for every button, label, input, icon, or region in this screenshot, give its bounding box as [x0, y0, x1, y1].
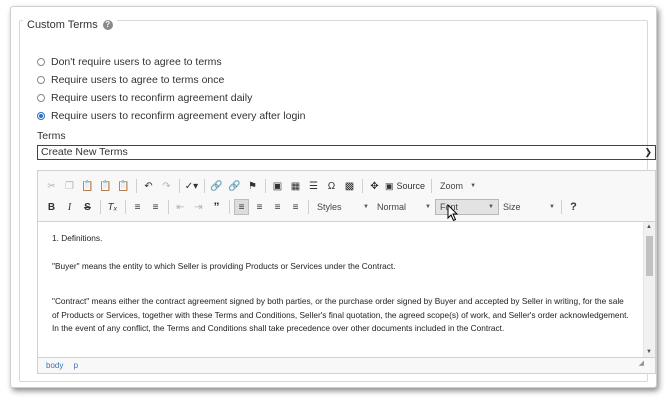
paste-text-icon[interactable]: 📋: [98, 178, 113, 194]
path-body[interactable]: body: [46, 361, 63, 370]
radio-label[interactable]: Require users to agree to terms once: [51, 74, 224, 86]
paste-word-icon[interactable]: 📋: [116, 178, 131, 194]
source-button[interactable]: ▣ Source: [385, 181, 425, 192]
editor-content-area[interactable]: 1. Definitions. "Buyer" means the entity…: [38, 221, 643, 357]
zoom-label: Zoom: [440, 181, 464, 191]
spellcheck-icon[interactable]: ✓▾: [184, 178, 199, 194]
scroll-down-arrow-icon[interactable]: ▼: [646, 349, 652, 355]
section-legend: Custom Terms ?: [23, 19, 117, 31]
question-circle-icon[interactable]: ?: [102, 20, 113, 30]
toolbar-separator: [561, 200, 562, 214]
styles-dropdown[interactable]: Styles ▼: [313, 199, 373, 215]
chevron-down-icon: ❯: [644, 147, 652, 157]
link-icon[interactable]: 🔗: [209, 178, 224, 194]
redo-icon[interactable]: ↷: [159, 178, 174, 194]
numbered-list-icon[interactable]: ≡: [130, 199, 145, 215]
radio-option[interactable]: Don't require users to agree to terms: [37, 53, 305, 71]
format-label: Normal: [377, 202, 407, 212]
size-dropdown[interactable]: Size ▼: [499, 199, 559, 215]
maximize-icon[interactable]: ✥: [367, 178, 382, 194]
horizontal-line-icon[interactable]: ☰: [306, 178, 321, 194]
mouse-cursor-icon: [447, 204, 459, 222]
radio-button[interactable]: [37, 58, 45, 66]
radio-label[interactable]: Require users to reconfirm agreement dai…: [51, 92, 252, 104]
editor-scrollbar[interactable]: ▲ ▼: [643, 221, 655, 357]
dropdown-arrow-icon: ▼: [549, 204, 555, 210]
dropdown-arrow-icon: ▼: [488, 204, 494, 210]
terms-label: Terms: [37, 130, 66, 142]
align-center-icon[interactable]: ≡: [252, 199, 267, 215]
source-label: Source: [396, 181, 426, 191]
path-p[interactable]: p: [74, 361, 78, 370]
increase-indent-icon[interactable]: ⇥: [191, 199, 206, 215]
iframe-icon[interactable]: ▩: [342, 178, 357, 194]
bold-icon[interactable]: B: [44, 199, 59, 215]
size-label: Size: [503, 202, 521, 212]
cut-icon[interactable]: ✂: [44, 178, 59, 194]
align-justify-icon[interactable]: ≡: [288, 199, 303, 215]
rich-text-editor: ✂ ❐ 📋 📋 📋 ↶ ↷ ✓▾ 🔗 🔗 ⚑ ▣ ▦ ☰ Ω ▩ ✥ ▣ Sou…: [37, 170, 656, 374]
dropdown-arrow-icon: ▼: [470, 183, 477, 189]
strikethrough-icon[interactable]: S: [80, 199, 95, 215]
resize-handle-icon[interactable]: ◢: [639, 356, 644, 371]
radio-option[interactable]: Require users to reconfirm agreement dai…: [37, 89, 305, 107]
image-icon[interactable]: ▣: [270, 178, 285, 194]
section-title: Custom Terms: [27, 19, 98, 31]
terms-select[interactable]: Create New Terms ❯: [37, 145, 656, 160]
toolbar-separator: [362, 179, 363, 193]
content-paragraph: "Contract" means either the contract agr…: [52, 296, 629, 333]
paste-icon[interactable]: 📋: [80, 178, 95, 194]
format-dropdown[interactable]: Normal ▼: [373, 199, 435, 215]
editor-toolbar: ✂ ❐ 📋 📋 📋 ↶ ↷ ✓▾ 🔗 🔗 ⚑ ▣ ▦ ☰ Ω ▩ ✥ ▣ Sou…: [38, 171, 655, 221]
toolbar-separator: [136, 179, 137, 193]
toolbar-separator: [125, 200, 126, 214]
source-icon: ▣: [385, 180, 394, 191]
radio-button[interactable]: [37, 76, 45, 84]
bulleted-list-icon[interactable]: ≡: [148, 199, 163, 215]
decrease-indent-icon[interactable]: ⇤: [173, 199, 188, 215]
italic-icon[interactable]: I: [62, 199, 77, 215]
anchor-flag-icon[interactable]: ⚑: [245, 178, 260, 194]
toolbar-separator: [179, 179, 180, 193]
help-about-icon[interactable]: ?: [566, 199, 581, 215]
toolbar-separator: [229, 200, 230, 214]
special-char-omega-icon[interactable]: Ω: [324, 178, 339, 194]
radio-label[interactable]: Don't require users to agree to terms: [51, 56, 222, 68]
toolbar-separator: [204, 179, 205, 193]
custom-terms-panel: Custom Terms ? Don't require users to ag…: [10, 6, 657, 388]
dropdown-arrow-icon: ▼: [425, 204, 431, 210]
copy-icon[interactable]: ❐: [62, 178, 77, 194]
toolbar-row-2: B I S Tₓ ≡ ≡ ⇤ ⇥ ” ≡ ≡ ≡ ≡ Styles ▼ Norm…: [44, 197, 584, 217]
terms-select-value: Create New Terms: [41, 146, 128, 158]
scroll-up-arrow-icon[interactable]: ▲: [646, 224, 652, 230]
radio-label[interactable]: Require users to reconfirm agreement eve…: [51, 110, 305, 122]
help-label: ?: [570, 201, 577, 213]
align-right-icon[interactable]: ≡: [270, 199, 285, 215]
undo-icon[interactable]: ↶: [141, 178, 156, 194]
terms-requirement-options: Don't require users to agree to terms Re…: [37, 53, 305, 125]
align-left-icon[interactable]: ≡: [234, 199, 249, 215]
radio-button[interactable]: [37, 94, 45, 102]
blockquote-icon[interactable]: ”: [209, 199, 224, 215]
styles-label: Styles: [317, 202, 342, 212]
zoom-dropdown[interactable]: Zoom ▼: [436, 178, 480, 194]
remove-format-icon[interactable]: Tₓ: [105, 199, 120, 215]
scrollbar-thumb[interactable]: [646, 236, 653, 276]
radio-option[interactable]: Require users to reconfirm agreement eve…: [37, 107, 305, 125]
toolbar-row-1: ✂ ❐ 📋 📋 📋 ↶ ↷ ✓▾ 🔗 🔗 ⚑ ▣ ▦ ☰ Ω ▩ ✥ ▣ Sou…: [44, 176, 480, 196]
toolbar-separator: [265, 179, 266, 193]
toolbar-separator: [308, 200, 309, 214]
table-icon[interactable]: ▦: [288, 178, 303, 194]
editor-element-path: body p ◢: [38, 357, 655, 373]
radio-option[interactable]: Require users to agree to terms once: [37, 71, 305, 89]
radio-button-selected[interactable]: [37, 112, 45, 120]
content-paragraph: "Buyer" means the entity to which Seller…: [52, 260, 396, 271]
unlink-icon[interactable]: 🔗: [227, 178, 242, 194]
toolbar-separator: [100, 200, 101, 214]
dropdown-arrow-icon: ▼: [363, 204, 369, 210]
toolbar-separator: [431, 179, 433, 193]
content-paragraph: 1. Definitions.: [52, 233, 103, 243]
font-dropdown[interactable]: Font ▼: [435, 199, 499, 215]
toolbar-separator: [168, 200, 169, 214]
